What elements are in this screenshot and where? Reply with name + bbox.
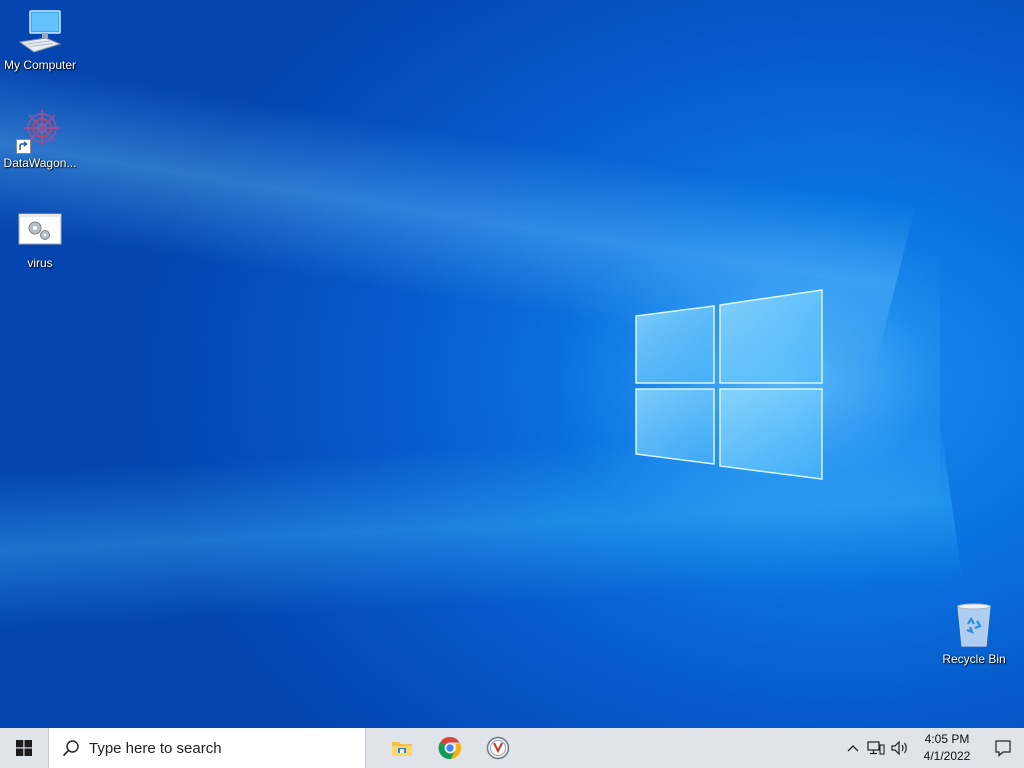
chrome-icon: [438, 736, 461, 760]
file-explorer-icon: [392, 742, 412, 756]
windows-wallpaper-logo: [635, 289, 823, 480]
speaker-icon: [891, 740, 907, 756]
desktop-icon-label: DataWagon...: [3, 156, 77, 170]
recycle-bin-icon: [950, 602, 998, 650]
desktop-icon-virus[interactable]: virus: [0, 206, 80, 270]
desktop-icon-label: My Computer: [3, 58, 77, 72]
settings-gears-icon: [16, 206, 64, 254]
desktop-icon-recycle-bin[interactable]: Recycle Bin: [934, 602, 1014, 666]
desktop-icon-my-computer[interactable]: My Computer: [0, 8, 80, 72]
action-center-button[interactable]: [982, 728, 1024, 768]
shortcut-arrow-icon: [16, 139, 31, 154]
network-icon: [867, 741, 885, 755]
taskbar-chrome[interactable]: [426, 728, 474, 768]
app-icon: [486, 736, 510, 760]
clock-time: 4:05 PM: [924, 732, 970, 746]
computer-icon: [16, 8, 64, 56]
search-icon: [62, 740, 79, 757]
clock-date: 4/1/2022: [923, 749, 971, 763]
notification-icon: [995, 740, 1011, 757]
desktop-icon-label: virus: [27, 256, 53, 270]
search-box[interactable]: Type here to search: [48, 728, 366, 768]
taskbar-file-explorer[interactable]: [378, 728, 426, 768]
search-placeholder: Type here to search: [89, 739, 222, 757]
chevron-up-icon: [847, 745, 859, 752]
start-button[interactable]: [0, 728, 48, 768]
desktop[interactable]: My Computer DataWagon... virus Recycle B…: [0, 0, 1024, 728]
system-tray: 4:05 PM 4/1/2022: [842, 728, 1024, 768]
volume-button[interactable]: [888, 728, 912, 768]
clock[interactable]: 4:05 PM 4/1/2022: [912, 728, 982, 768]
windows-start-icon: [16, 740, 32, 756]
datawagon-app-icon: [16, 106, 64, 154]
network-button[interactable]: [864, 728, 888, 768]
taskbar-app[interactable]: [474, 728, 522, 768]
taskbar: Type here to search 4:05 PM 4/1/2022: [0, 728, 1024, 768]
show-hidden-icons-button[interactable]: [842, 728, 864, 768]
desktop-icon-label: Recycle Bin: [942, 652, 1006, 666]
desktop-icon-datawagon[interactable]: DataWagon...: [0, 106, 80, 170]
